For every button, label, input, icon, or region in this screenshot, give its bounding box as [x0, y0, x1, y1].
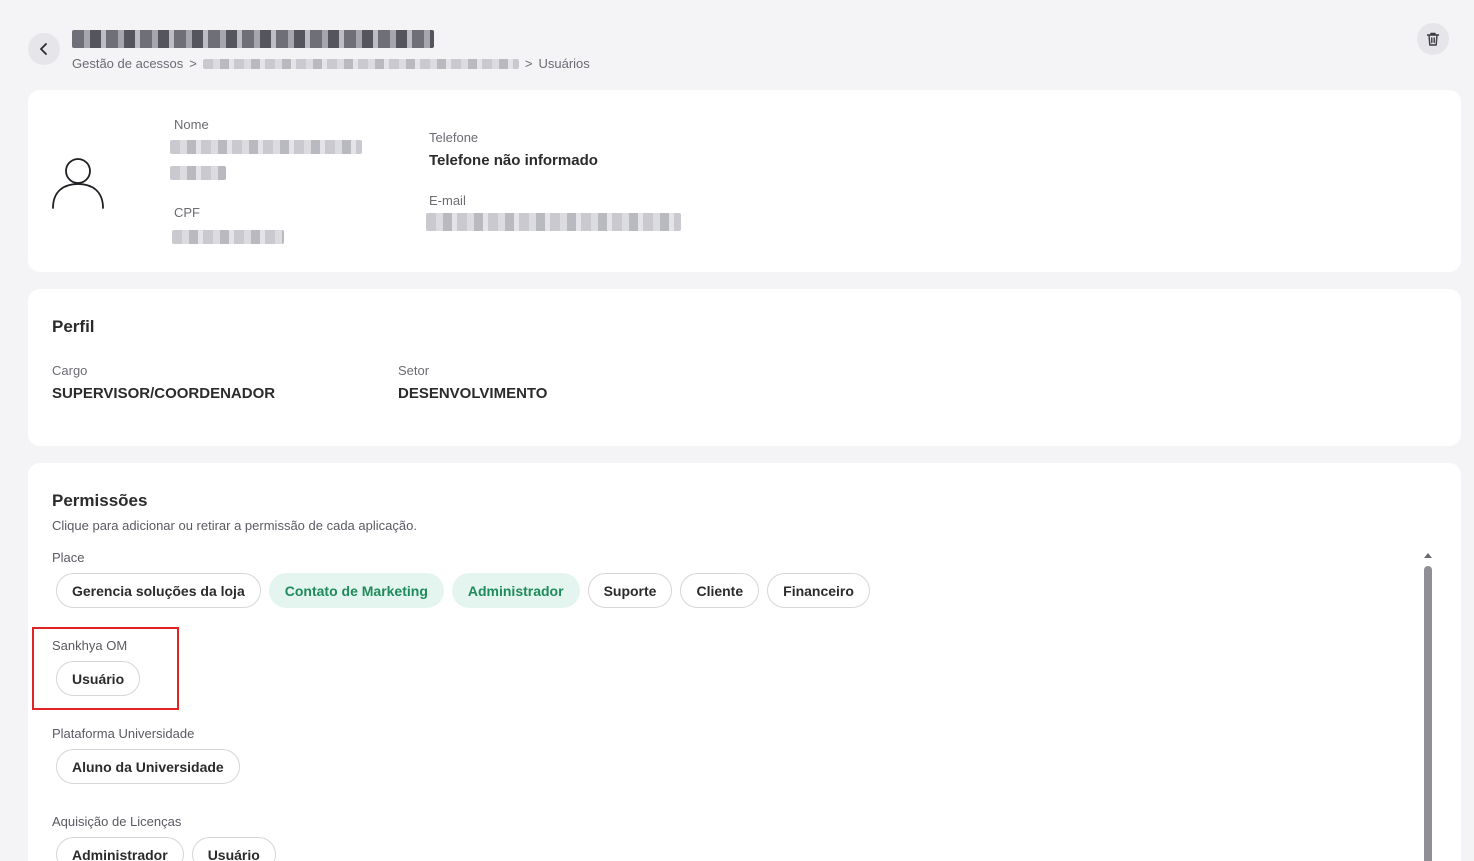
- back-button[interactable]: [28, 33, 60, 65]
- group-label-aquisicao-licencas: Aquisição de Licenças: [52, 814, 182, 829]
- user-icon: [52, 158, 104, 209]
- profile-title: Perfil: [52, 317, 95, 336]
- role-chip-cliente[interactable]: Cliente: [680, 573, 760, 608]
- role-chips-aquisicao-licencas: Administrador Usuário: [56, 837, 276, 861]
- profile-card: Perfil Cargo SUPERVISOR/COORDENADOR Seto…: [28, 289, 1461, 446]
- role-chips-sankhya-om: Usuário: [56, 661, 141, 696]
- role-chip-contato-marketing[interactable]: Contato de Marketing: [268, 573, 444, 608]
- role-chip-gerencia-solucoes[interactable]: Gerencia soluções da loja: [56, 573, 261, 608]
- cargo-label: Cargo: [52, 363, 88, 378]
- redacted-user-title: [72, 30, 434, 48]
- chevron-left-icon: [40, 43, 47, 55]
- name-label: Nome: [174, 117, 209, 132]
- redacted-email: [426, 213, 681, 231]
- phone-label: Telefone: [429, 130, 479, 145]
- breadcrumb-separator: >: [189, 56, 197, 71]
- group-label-place: Place: [52, 550, 85, 565]
- email-label: E-mail: [429, 193, 466, 208]
- breadcrumb-current[interactable]: Usuários: [538, 56, 589, 71]
- group-label-sankhya-om: Sankhya OM: [52, 638, 128, 653]
- scroll-up-arrow-icon[interactable]: [1424, 553, 1432, 558]
- trash-icon: [1426, 32, 1440, 46]
- setor-label: Setor: [398, 363, 430, 378]
- setor-value: DESENVOLVIMENTO: [398, 385, 548, 402]
- permissions-subtitle: Clique para adicionar ou retirar a permi…: [52, 518, 417, 533]
- permissions-card: Permissões Clique para adicionar ou reti…: [28, 463, 1461, 861]
- page-header: Gestão de acessos > > Usuários: [0, 0, 1474, 90]
- redacted-name-line-2: [170, 166, 226, 180]
- redacted-breadcrumb-item[interactable]: [202, 58, 519, 69]
- redacted-cpf: [172, 230, 284, 244]
- user-info-card: Nome CPF Telefone Telefone não informado…: [28, 90, 1461, 272]
- role-chip-aluno-universidade[interactable]: Aluno da Universidade: [56, 749, 240, 784]
- delete-user-button[interactable]: [1417, 23, 1449, 55]
- breadcrumb-root[interactable]: Gestão de acessos: [72, 56, 183, 71]
- breadcrumb: Gestão de acessos > > Usuários: [72, 56, 590, 71]
- phone-value: Telefone não informado: [429, 152, 598, 169]
- role-chip-suporte[interactable]: Suporte: [587, 573, 673, 608]
- role-chips-plataforma-universidade: Aluno da Universidade: [56, 749, 240, 784]
- permissions-title: Permissões: [52, 491, 148, 510]
- breadcrumb-separator: >: [524, 56, 533, 71]
- redacted-name-line-1: [170, 140, 362, 154]
- role-chip-usuario[interactable]: Usuário: [56, 661, 141, 696]
- scrollbar-thumb[interactable]: [1424, 566, 1432, 861]
- role-chip-usuario[interactable]: Usuário: [191, 837, 276, 861]
- cargo-value: SUPERVISOR/COORDENADOR: [52, 385, 276, 402]
- role-chips-place: Gerencia soluções da loja Contato de Mar…: [56, 573, 870, 608]
- role-chip-financeiro[interactable]: Financeiro: [767, 573, 870, 608]
- role-chip-administrador[interactable]: Administrador: [56, 837, 184, 861]
- role-chip-administrador[interactable]: Administrador: [451, 573, 580, 608]
- cpf-label: CPF: [174, 205, 200, 220]
- group-label-plataforma-universidade: Plataforma Universidade: [52, 726, 195, 741]
